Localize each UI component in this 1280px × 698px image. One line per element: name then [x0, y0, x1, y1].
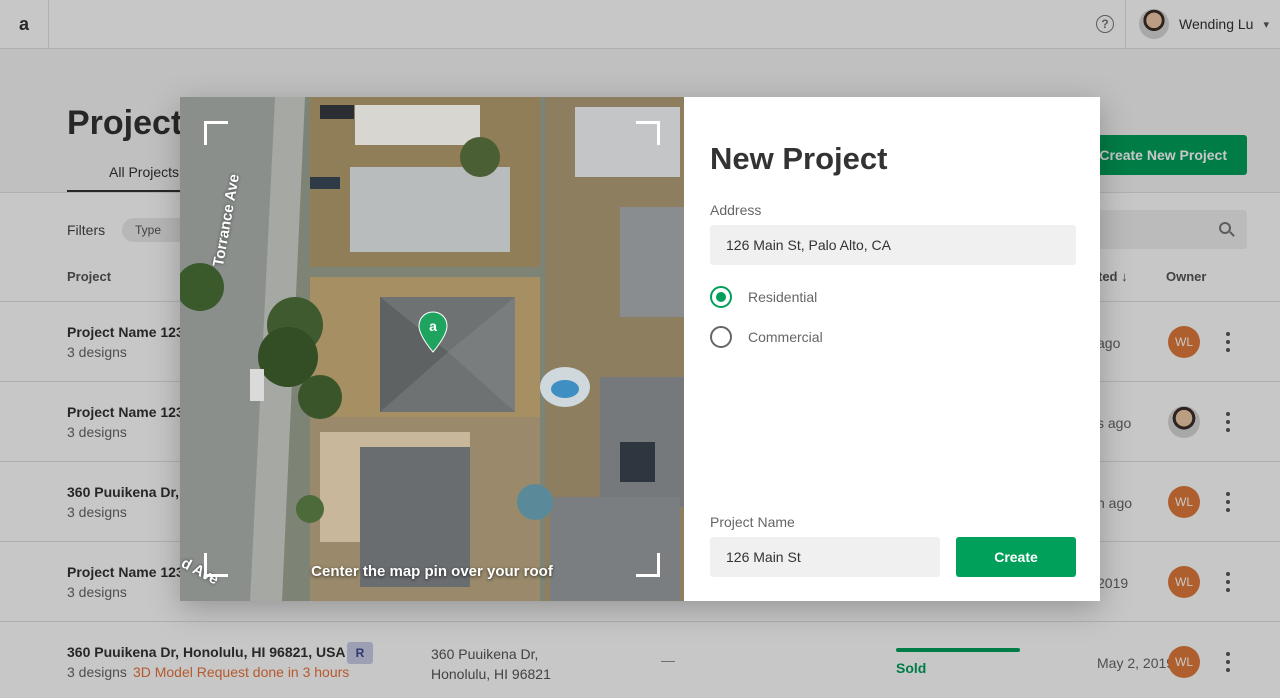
modal-title: New Project — [710, 141, 888, 176]
project-name-input[interactable]: 126 Main St — [710, 537, 940, 577]
new-project-form: New Project Address 126 Main St, Palo Al… — [684, 97, 1100, 601]
address-label: Address — [710, 202, 762, 218]
map-pin-icon[interactable]: a — [418, 311, 448, 353]
pin-letter: a — [429, 318, 437, 334]
crop-corner — [636, 121, 660, 145]
radio-residential[interactable]: Residential — [710, 285, 817, 309]
address-input[interactable]: 126 Main St, Palo Alto, CA — [710, 225, 1076, 265]
radio-unchecked-icon[interactable] — [710, 326, 732, 348]
map-hint: Center the map pin over your roof — [311, 563, 553, 580]
radio-label: Commercial — [748, 329, 823, 345]
create-button[interactable]: Create — [956, 537, 1076, 577]
satellite-map[interactable]: Torrance Ave d Ave a Center the map pin … — [180, 97, 684, 601]
radio-commercial[interactable]: Commercial — [710, 325, 823, 349]
project-name-label: Project Name — [710, 514, 795, 530]
radio-checked-icon[interactable] — [710, 286, 732, 308]
radio-label: Residential — [748, 289, 818, 305]
new-project-modal: Torrance Ave d Ave a Center the map pin … — [180, 97, 1100, 601]
crop-corner — [204, 121, 228, 145]
